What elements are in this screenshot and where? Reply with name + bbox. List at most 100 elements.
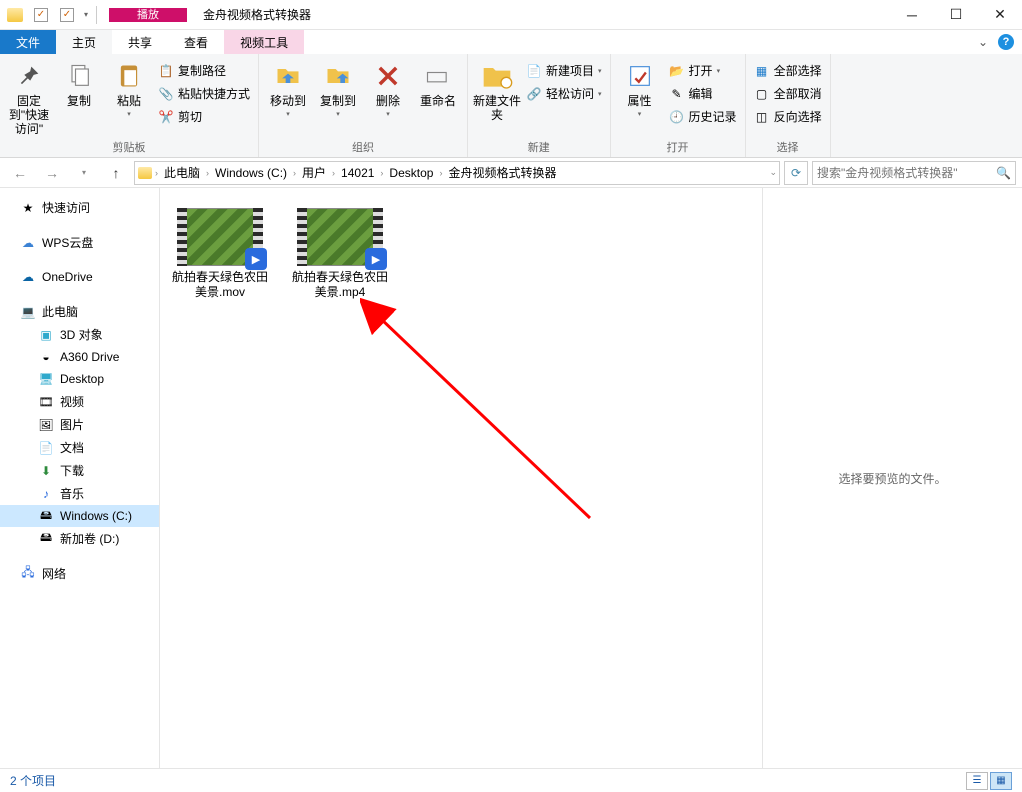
chevron-right-icon[interactable]: › <box>155 168 158 178</box>
nav-a360[interactable]: ◒A360 Drive <box>0 346 159 368</box>
tab-view[interactable]: 查看 <box>168 30 224 54</box>
icons-view-button[interactable]: ▦ <box>990 772 1012 790</box>
nav-wps-cloud[interactable]: ☁WPS云盘 <box>0 231 159 254</box>
cloud-icon: ☁ <box>20 235 36 251</box>
nav-desktop[interactable]: 🖥Desktop <box>0 368 159 390</box>
details-view-button[interactable]: ☰ <box>966 772 988 790</box>
paste-button[interactable]: 粘贴 ▾ <box>104 56 154 118</box>
cut-button[interactable]: ✂️剪切 <box>154 106 254 127</box>
chevron-right-icon[interactable]: › <box>206 168 209 178</box>
chevron-right-icon[interactable]: › <box>293 168 296 178</box>
breadcrumb-item[interactable]: 此电脑 <box>160 162 204 183</box>
quick-access-toolbar: ✓ ✓ ▾ <box>0 4 103 26</box>
history-button[interactable]: 🕘历史记录 <box>665 106 741 127</box>
contextual-tab-group-title: 播放 <box>109 8 187 22</box>
paste-icon <box>113 60 145 92</box>
up-button[interactable]: ↑ <box>102 161 130 185</box>
nav-music[interactable]: ♪音乐 <box>0 482 159 505</box>
file-item[interactable]: ▶ 航拍春天绿色农田美景.mov <box>170 208 270 300</box>
picture-icon: 🖼 <box>38 417 54 433</box>
nav-d-drive[interactable]: 🖴新加卷 (D:) <box>0 527 159 550</box>
breadcrumb-item[interactable]: Windows (C:) <box>211 164 291 182</box>
copy-to-button[interactable]: 复制到▾ <box>313 56 363 118</box>
folder-icon <box>137 165 153 181</box>
drive-icon: 🖴 <box>38 508 54 524</box>
ribbon-collapse-button[interactable]: ⌄ <box>978 35 988 49</box>
chevron-right-icon[interactable]: › <box>380 168 383 178</box>
copy-icon <box>63 60 95 92</box>
select-none-icon: ▢ <box>754 86 770 102</box>
nav-videos[interactable]: 🎞视频 <box>0 390 159 413</box>
search-input[interactable] <box>817 166 996 180</box>
new-item-button[interactable]: 📄新建项目▾ <box>522 60 606 81</box>
pc-icon: 💻 <box>20 304 36 320</box>
play-icon: ▶ <box>365 248 387 270</box>
invert-selection-button[interactable]: ◫反向选择 <box>750 106 826 127</box>
open-button[interactable]: 📂打开▾ <box>665 60 741 81</box>
copy-path-button[interactable]: 📋复制路径 <box>154 60 254 81</box>
select-all-button[interactable]: ▦全部选择 <box>750 60 826 81</box>
recent-locations-button[interactable]: ▾ <box>70 161 98 185</box>
tab-file[interactable]: 文件 <box>0 30 56 54</box>
breadcrumb-item[interactable]: Desktop <box>385 164 437 182</box>
file-item[interactable]: ▶ 航拍春天绿色农田美景.mp4 <box>290 208 390 300</box>
nav-downloads[interactable]: ⬇下载 <box>0 459 159 482</box>
file-list[interactable]: ▶ 航拍春天绿色农田美景.mov ▶ 航拍春天绿色农田美景.mp4 <box>160 188 762 768</box>
nav-c-drive[interactable]: 🖴Windows (C:) <box>0 505 159 527</box>
chevron-right-icon[interactable]: › <box>332 168 335 178</box>
qat-customize-dropdown[interactable]: ▾ <box>82 10 90 19</box>
address-bar: ← → ▾ ↑ › 此电脑 › Windows (C:) › 用户 › 1402… <box>0 158 1022 188</box>
new-folder-button[interactable]: 新建文件夹 <box>472 56 522 122</box>
move-to-icon <box>272 60 304 92</box>
rename-button[interactable]: 重命名 <box>413 56 463 108</box>
qat-properties-button[interactable]: ✓ <box>30 4 52 26</box>
invert-icon: ◫ <box>754 109 770 125</box>
chevron-right-icon[interactable]: › <box>439 168 442 178</box>
maximize-button[interactable]: ☐ <box>934 0 978 30</box>
edit-button[interactable]: ✎编辑 <box>665 83 741 104</box>
tab-home[interactable]: 主页 <box>56 30 112 54</box>
copy-to-icon <box>322 60 354 92</box>
copy-button[interactable]: 复制 <box>54 56 104 108</box>
nav-documents[interactable]: 📄文档 <box>0 436 159 459</box>
refresh-button[interactable]: ⟳ <box>784 161 808 185</box>
easy-access-button[interactable]: 🔗轻松访问▾ <box>522 83 606 104</box>
breadcrumb-item[interactable]: 金舟视频格式转换器 <box>444 162 560 183</box>
back-button[interactable]: ← <box>6 161 34 185</box>
move-to-button[interactable]: 移动到▾ <box>263 56 313 118</box>
nav-onedrive[interactable]: ☁OneDrive <box>0 266 159 288</box>
contextual-tab-group: 播放 <box>103 8 193 22</box>
history-icon: 🕘 <box>669 109 685 125</box>
search-icon[interactable]: 🔍 <box>996 166 1011 180</box>
edit-icon: ✎ <box>669 86 685 102</box>
select-none-button[interactable]: ▢全部取消 <box>750 83 826 104</box>
tab-share[interactable]: 共享 <box>112 30 168 54</box>
nav-quick-access[interactable]: ★快速访问 <box>0 196 159 219</box>
close-button[interactable]: ✕ <box>978 0 1022 30</box>
search-box[interactable]: 🔍 <box>812 161 1016 185</box>
a360-icon: ◒ <box>38 349 54 365</box>
properties-button[interactable]: 属性▾ <box>615 56 665 118</box>
breadcrumb-item[interactable]: 14021 <box>337 164 378 182</box>
forward-button[interactable]: → <box>38 161 66 185</box>
delete-button[interactable]: 删除▾ <box>363 56 413 118</box>
nav-3d-objects[interactable]: ▣3D 对象 <box>0 323 159 346</box>
pin-to-quick-access-button[interactable]: 固定到"快速访问" <box>4 56 54 136</box>
nav-network[interactable]: 🖧网络 <box>0 562 159 585</box>
address-dropdown[interactable]: ⌄ <box>769 167 777 178</box>
breadcrumb-bar[interactable]: › 此电脑 › Windows (C:) › 用户 › 14021 › Desk… <box>134 161 780 185</box>
nav-pictures[interactable]: 🖼图片 <box>0 413 159 436</box>
cube-icon: ▣ <box>38 327 54 343</box>
desktop-icon: 🖥 <box>38 371 54 387</box>
paste-shortcut-button[interactable]: 📎粘贴快捷方式 <box>154 83 254 104</box>
tab-video-tools[interactable]: 视频工具 <box>224 30 304 54</box>
nav-this-pc[interactable]: 💻此电脑 <box>0 300 159 323</box>
navigation-pane[interactable]: ★快速访问 ☁WPS云盘 ☁OneDrive 💻此电脑 ▣3D 对象 ◒A360… <box>0 188 160 768</box>
help-button[interactable]: ? <box>998 34 1014 50</box>
breadcrumb-item[interactable]: 用户 <box>298 162 330 183</box>
minimize-button[interactable]: ─ <box>890 0 934 30</box>
group-organize-label: 组织 <box>263 137 463 157</box>
video-thumbnail: ▶ <box>177 208 263 266</box>
qat-new-folder-button[interactable]: ✓ <box>56 4 78 26</box>
path-icon: 📋 <box>158 63 174 79</box>
